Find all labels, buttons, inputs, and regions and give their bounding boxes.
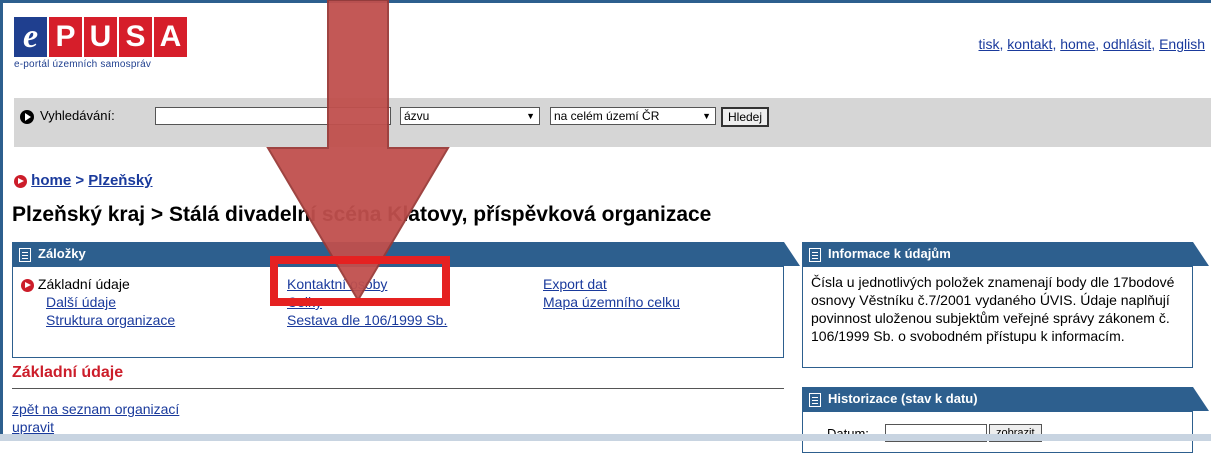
red-arrow-shape: [266, 0, 450, 302]
annotation-highlight-box: [270, 256, 450, 306]
annotation-arrow: [266, 0, 450, 302]
